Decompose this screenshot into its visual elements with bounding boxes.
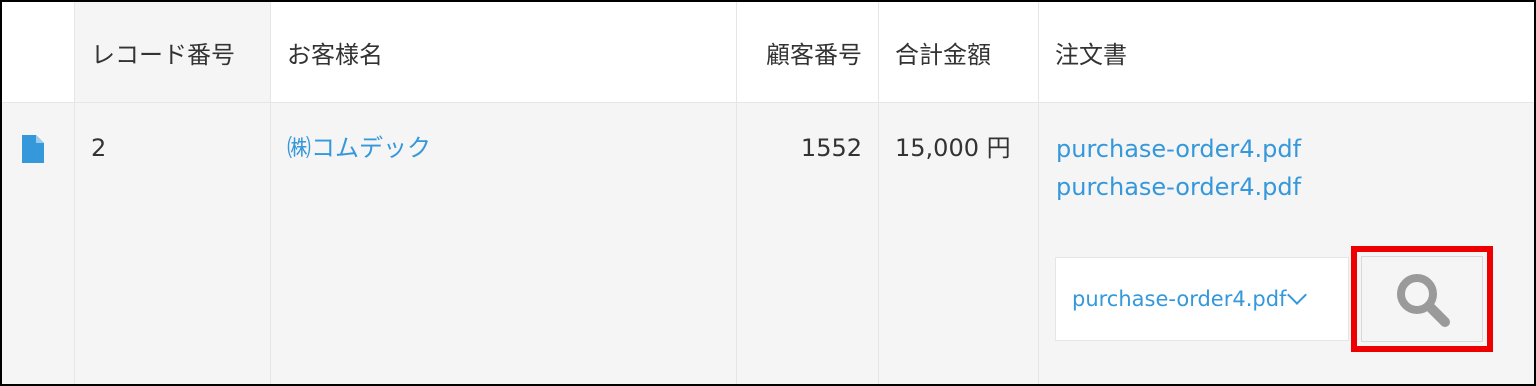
search-icon	[1397, 274, 1450, 327]
header-record-number[interactable]: レコード番号	[75, 2, 270, 102]
header-customer-number[interactable]: 顧客番号	[737, 2, 878, 102]
header-purchase-order[interactable]: 注文書	[1039, 2, 1534, 102]
record-list-table: レコード番号 お客様名 顧客番号 合計金額 注文書 2 ㈱コムデック 1552 …	[0, 0, 1536, 386]
customer-number-cell: 1552	[800, 134, 862, 162]
total-amount-cell: 15,000 円	[895, 134, 1011, 162]
chevron-down-icon	[1287, 285, 1308, 305]
header-label: 顧客番号	[766, 40, 862, 69]
header-label: レコード番号	[91, 40, 235, 69]
header-label: 注文書	[1055, 40, 1127, 69]
header-label: お客様名	[287, 40, 383, 69]
purchase-order-files: purchase-order4.pdf purchase-order4.pdf	[1040, 130, 1317, 206]
record-number-cell: 2	[91, 134, 107, 162]
file-link[interactable]: purchase-order4.pdf	[1056, 130, 1301, 168]
header-total-amount[interactable]: 合計金額	[879, 2, 1038, 102]
file-select[interactable]: purchase-order4.pdf	[1055, 257, 1349, 341]
file-select-value: purchase-order4.pdf	[1072, 287, 1287, 311]
document-icon[interactable]	[22, 135, 44, 163]
file-link[interactable]: purchase-order4.pdf	[1056, 168, 1301, 206]
header-label: 合計金額	[895, 40, 991, 69]
customer-name-link[interactable]: ㈱コムデック	[271, 132, 447, 164]
preview-search-button[interactable]	[1361, 256, 1483, 342]
header-customer-name[interactable]: お客様名	[271, 2, 736, 102]
